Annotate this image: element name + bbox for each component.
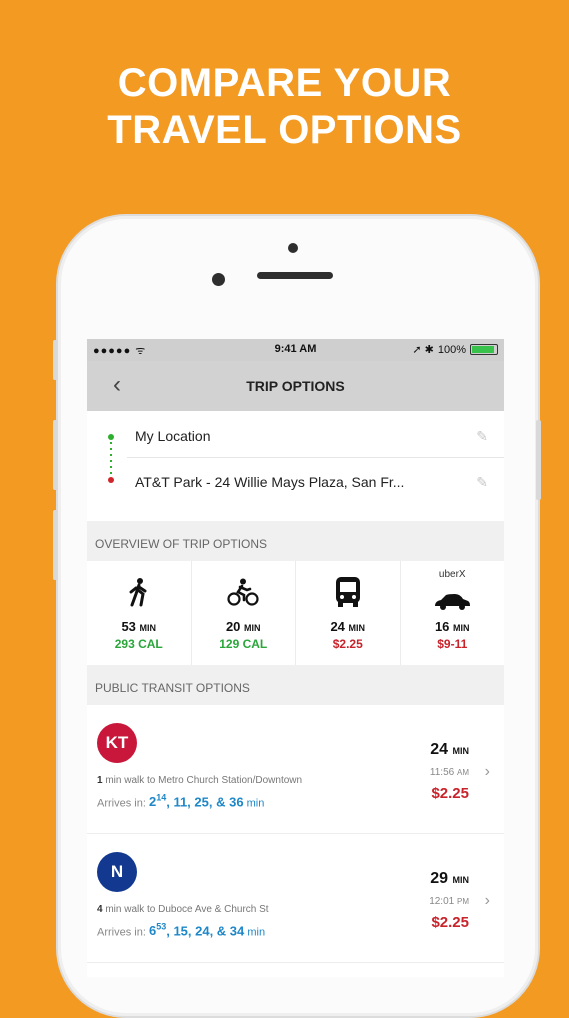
mode-uber[interactable]: uberX 16 MIN $9-11	[401, 561, 505, 665]
uber-minutes: 16 MIN	[434, 619, 470, 634]
phone-power-button	[536, 420, 541, 500]
route-divider	[127, 457, 504, 458]
location-bluetooth-icon: ➚ ✱	[412, 344, 434, 356]
walk-minutes: 53 MIN	[121, 619, 157, 634]
trip-duration: 29 MIN	[430, 870, 469, 887]
page-title: TRIP OPTIONS	[246, 378, 345, 394]
line-badge-n: N	[97, 852, 137, 892]
battery-percent: 100%	[437, 343, 466, 356]
app-screen: ●●●●● ᯤ 9:41 AM ➚ ✱ 100% ‹ TRIP OPTIONS …	[87, 339, 504, 977]
destination-dot-icon	[108, 477, 114, 483]
phone-volume-down	[53, 510, 58, 580]
uber-label: uberX	[438, 569, 466, 580]
transit-minutes: 24 MIN	[330, 619, 366, 634]
mode-bike[interactable]: 20 MIN 129 CAL	[192, 561, 296, 665]
walk-instructions: 4 min walk to Duboce Ave & Church St	[97, 904, 269, 915]
battery-icon	[470, 344, 498, 355]
mode-walk[interactable]: 53 MIN 293 CAL	[87, 561, 192, 665]
bike-minutes: 20 MIN	[225, 619, 261, 634]
edit-origin-pencil-icon[interactable]: ✎	[476, 428, 488, 445]
phone-mute-switch	[53, 340, 58, 380]
mode-transit[interactable]: 24 MIN $2.25	[296, 561, 401, 665]
transit-option-n[interactable]: N 4 min walk to Duboce Ave & Church St A…	[87, 834, 504, 963]
transit-section-header: PUBLIC TRANSIT OPTIONS	[87, 665, 504, 705]
phone-camera	[288, 243, 298, 253]
destination-field[interactable]: AT&T Park - 24 Willie Mays Plaza, San Fr…	[135, 474, 404, 490]
arrival-clock: 12:01 PM	[429, 896, 469, 907]
walk-calories: 293 CAL	[114, 637, 163, 651]
bus-icon	[296, 575, 400, 609]
status-right: ➚ ✱ 100%	[412, 343, 498, 356]
travel-modes-row: 53 MIN 293 CAL 20 MIN 129 CAL 24 MIN $2.…	[87, 561, 504, 665]
transit-option-kt[interactable]: KT 1 min walk to Metro Church Station/Do…	[87, 705, 504, 834]
transit-options-list: KT 1 min walk to Metro Church Station/Do…	[87, 705, 504, 963]
bicycle-icon	[192, 575, 296, 609]
origin-field[interactable]: My Location	[135, 428, 210, 444]
edit-destination-pencil-icon[interactable]: ✎	[476, 474, 488, 491]
uber-price: $9-11	[437, 637, 468, 651]
transit-header-label: PUBLIC TRANSIT OPTIONS	[95, 681, 250, 695]
overview-section-header: OVERVIEW OF TRIP OPTIONS	[87, 521, 504, 561]
trip-duration: 24 MIN	[430, 741, 469, 758]
chevron-right-icon[interactable]: ›	[485, 892, 490, 910]
trip-price: $2.25	[431, 785, 469, 802]
walk-instructions: 1 min walk to Metro Church Station/Downt…	[97, 775, 303, 786]
arrival-times: Arrives in: 214, 11, 25, & 36 min	[97, 793, 265, 810]
status-bar: ●●●●● ᯤ 9:41 AM ➚ ✱ 100%	[87, 339, 504, 361]
phone-speaker	[257, 272, 333, 279]
arrival-clock: 11:56 AM	[429, 767, 469, 778]
phone-volume-up	[53, 420, 58, 490]
arrival-times: Arrives in: 653, 15, 24, & 34 min	[97, 922, 266, 939]
chevron-right-icon[interactable]: ›	[485, 763, 490, 781]
route-line-icon	[110, 442, 112, 476]
bike-calories: 129 CAL	[219, 637, 268, 651]
headline-line-2: TRAVEL OPTIONS	[107, 108, 462, 152]
walking-icon	[87, 575, 191, 609]
promo-headline: COMPARE YOUR TRAVEL OPTIONS	[0, 60, 569, 154]
nav-bar: ‹ TRIP OPTIONS	[87, 361, 504, 411]
car-icon	[401, 585, 505, 619]
line-badge-kt: KT	[97, 723, 137, 763]
headline-line-1: COMPARE YOUR	[117, 61, 452, 105]
route-panel: My Location ✎ AT&T Park - 24 Willie Mays…	[87, 411, 504, 521]
origin-dot-icon	[108, 434, 114, 440]
overview-header-label: OVERVIEW OF TRIP OPTIONS	[95, 537, 268, 551]
transit-cost: $2.25	[332, 637, 363, 651]
phone-sensor	[212, 273, 225, 286]
trip-price: $2.25	[431, 914, 469, 931]
